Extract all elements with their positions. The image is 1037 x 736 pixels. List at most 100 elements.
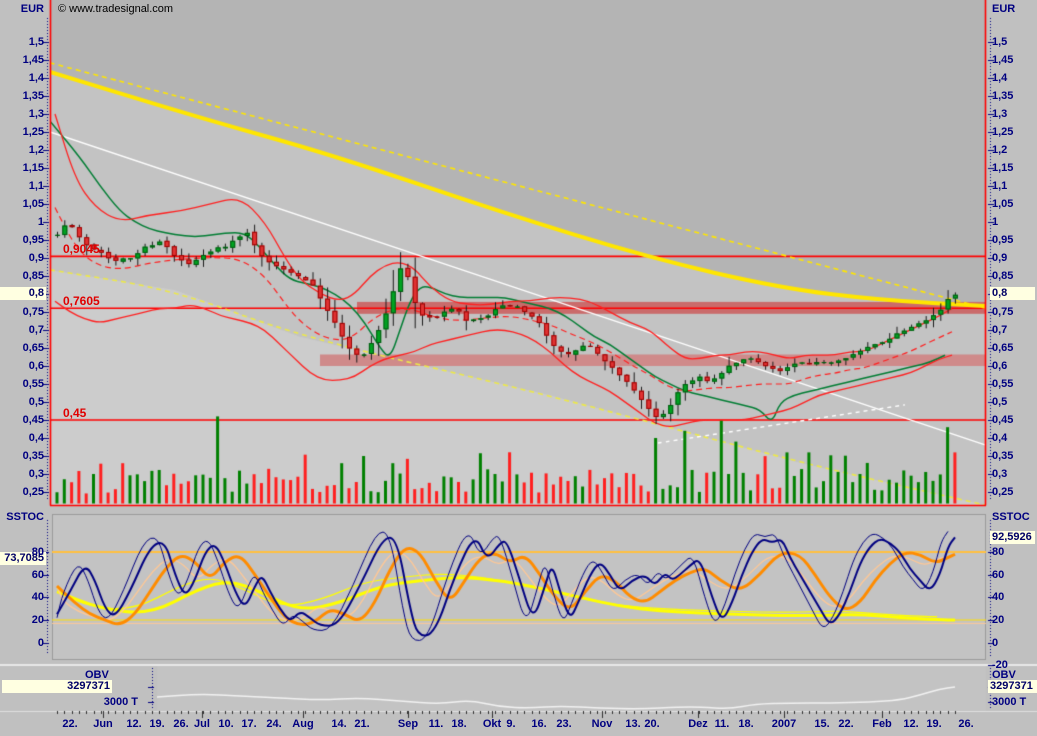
price-tick-label: 0,9 xyxy=(0,252,44,265)
date-label: 19. xyxy=(135,718,179,731)
sstoc-tick-label: 60 xyxy=(0,569,44,582)
date-label: 17. xyxy=(227,718,271,731)
date-label: 26. xyxy=(159,718,203,731)
date-label: 15. xyxy=(800,718,844,731)
price-tick-label: 0,55 xyxy=(992,378,1013,391)
price-tick-label: 1,35 xyxy=(992,90,1013,103)
price-tick-label: 1,15 xyxy=(992,162,1013,175)
price-tick-label: 1,05 xyxy=(0,198,44,211)
price-tick-label: 1,5 xyxy=(0,36,44,49)
price-axis-unit-left: EUR xyxy=(0,3,44,16)
price-tick-label: 0,75 xyxy=(992,306,1013,319)
date-label: 21. xyxy=(340,718,384,731)
date-label: 12. xyxy=(112,718,156,731)
obv-scale-label-left: 3000 T xyxy=(60,696,138,709)
tradesignal-chart-window: EUR © www.tradesignal.com EUR SSTOC SSTO… xyxy=(0,0,1037,736)
price-tick-label: 1,4 xyxy=(992,72,1007,85)
price-tick-label: 0,65 xyxy=(0,342,44,355)
date-label: 18. xyxy=(724,718,768,731)
price-tick-label: 1,1 xyxy=(992,180,1007,193)
date-label: 11. xyxy=(700,718,744,731)
price-tick-label: 0,5 xyxy=(992,396,1007,409)
price-tick-label: 1,25 xyxy=(992,126,1013,139)
hline-label-09045: 0,9045 xyxy=(63,242,100,256)
date-label: Nov xyxy=(580,718,624,731)
label-layer: EUR © www.tradesignal.com EUR SSTOC SSTO… xyxy=(0,0,1037,736)
hline-label-045: 0,45 xyxy=(63,406,86,420)
sstoc-tick-label: 80 xyxy=(992,546,1004,559)
price-tick-label: 0,6 xyxy=(992,360,1007,373)
date-label: 14. xyxy=(317,718,361,731)
date-label: Jun xyxy=(81,718,125,731)
date-label: 22. xyxy=(824,718,868,731)
price-tick-label: 1,1 xyxy=(0,180,44,193)
date-label: Feb xyxy=(860,718,904,731)
date-label: Okt xyxy=(470,718,514,731)
obv-scale-label-right: 3000 T xyxy=(992,696,1026,709)
price-tick-label: 1,3 xyxy=(0,108,44,121)
price-tick-label: 0,4 xyxy=(992,432,1007,445)
price-tick-label: 1,2 xyxy=(0,144,44,157)
date-label: Dez xyxy=(676,718,720,731)
date-label: 9. xyxy=(489,718,533,731)
price-tick-label: 1,5 xyxy=(992,36,1007,49)
current-price-label-right: 0,8 xyxy=(990,287,1035,300)
sstoc-panel-title-right: SSTOC xyxy=(992,511,1030,524)
price-tick-label: 1,4 xyxy=(0,72,44,85)
price-tick-label: 1,45 xyxy=(0,54,44,67)
date-label: 26. xyxy=(944,718,988,731)
sstoc-tick-label: 20 xyxy=(992,614,1004,627)
date-label: 18. xyxy=(437,718,481,731)
sstoc-tick-label: 0 xyxy=(0,637,44,650)
sstoc-tick-label: 80 xyxy=(0,546,44,559)
obv-current-label-left: 3297371 xyxy=(2,680,112,693)
hline-label-07605: 0,7605 xyxy=(63,294,100,308)
date-label: Aug xyxy=(281,718,325,731)
date-label: 10. xyxy=(204,718,248,731)
price-tick-label: 0,65 xyxy=(992,342,1013,355)
price-tick-label: 0,85 xyxy=(992,270,1013,283)
price-tick-label: 1 xyxy=(0,216,44,229)
price-tick-label: 0,45 xyxy=(992,414,1013,427)
date-label: 24. xyxy=(252,718,296,731)
date-label: 13. xyxy=(611,718,655,731)
sstoc-tick-label: 0 xyxy=(992,637,998,650)
price-tick-label: 1,3 xyxy=(992,108,1007,121)
price-tick-label: 0,45 xyxy=(0,414,44,427)
price-tick-label: 1,35 xyxy=(0,90,44,103)
price-tick-label: 0,35 xyxy=(992,450,1013,463)
date-label: 19. xyxy=(912,718,956,731)
price-tick-label: 1,2 xyxy=(992,144,1007,157)
price-tick-label: 0,7 xyxy=(992,324,1007,337)
price-tick-label: 1,05 xyxy=(992,198,1013,211)
date-label: 20. xyxy=(630,718,674,731)
obv-panel-title-left: OBV xyxy=(85,669,109,682)
sstoc-panel-title-left: SSTOC xyxy=(0,511,44,524)
price-tick-label: 0,4 xyxy=(0,432,44,445)
price-tick-label: 1,45 xyxy=(992,54,1013,67)
date-label: 16. xyxy=(517,718,561,731)
copyright-text: © www.tradesignal.com xyxy=(58,3,173,16)
price-tick-label: 1,25 xyxy=(0,126,44,139)
current-price-label-left: 0,8 xyxy=(0,287,46,300)
price-tick-label: 0,3 xyxy=(0,468,44,481)
price-tick-label: 0,5 xyxy=(0,396,44,409)
price-tick-label: 0,35 xyxy=(0,450,44,463)
obv-panel-title-right: OBV xyxy=(992,669,1016,682)
obv-current-label-right: 3297371 xyxy=(988,680,1037,693)
sstoc-tick-label: 40 xyxy=(0,591,44,604)
price-tick-label: 1,15 xyxy=(0,162,44,175)
date-label: Sep xyxy=(386,718,430,731)
date-label: 12. xyxy=(889,718,933,731)
date-label: 22. xyxy=(48,718,92,731)
price-axis-unit-right: EUR xyxy=(992,3,1015,16)
sstoc-tick-label: 60 xyxy=(992,569,1004,582)
price-tick-label: 0,95 xyxy=(992,234,1013,247)
price-tick-label: 1 xyxy=(992,216,998,229)
sstoc-current-label-right: 92,5926 xyxy=(990,531,1035,544)
price-tick-label: 0,75 xyxy=(0,306,44,319)
date-label: 23. xyxy=(542,718,586,731)
sstoc-current-label-left: 73,7085 xyxy=(0,552,46,565)
price-tick-label: 0,25 xyxy=(992,486,1013,499)
price-tick-label: 0,6 xyxy=(0,360,44,373)
